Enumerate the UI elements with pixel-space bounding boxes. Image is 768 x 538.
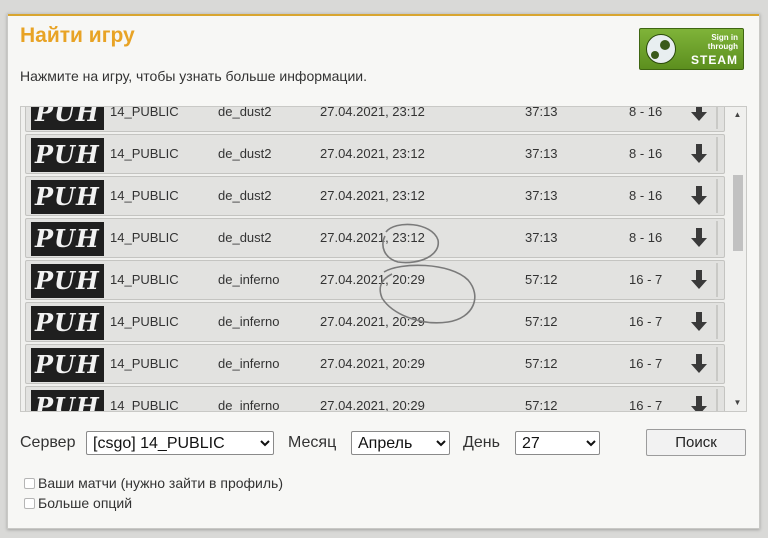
month-select[interactable]: Апрель bbox=[351, 431, 450, 455]
match-date: 27.04.2021, 23:12 bbox=[320, 146, 425, 161]
steam-button-line2: through bbox=[707, 42, 738, 51]
dialog-subtitle: Нажмите на игру, чтобы узнать больше инф… bbox=[20, 68, 367, 84]
match-score: 8 - 16 bbox=[629, 188, 663, 203]
day-label: День bbox=[463, 434, 500, 451]
my-matches-option[interactable]: Ваши матчи (нужно зайти в профиль) bbox=[24, 475, 283, 491]
steam-sign-in-button[interactable]: Sign in through STEAM bbox=[639, 28, 744, 70]
match-server: 14_PUBLIC bbox=[110, 188, 179, 203]
match-rows: PUH 14_PUBLIC de_dust2 27.04.2021, 23:12 37:… bbox=[21, 106, 729, 412]
month-label: Месяц bbox=[288, 434, 337, 451]
dialog-top-accent bbox=[8, 14, 759, 16]
server-select[interactable]: [csgo] 14_PUBLIC bbox=[86, 431, 274, 455]
dialog-title: Найти игру bbox=[20, 24, 135, 47]
server-logo: PUH bbox=[31, 180, 104, 214]
match-duration: 37:13 bbox=[525, 146, 558, 161]
match-map: de_inferno bbox=[218, 272, 280, 287]
match-date: 27.04.2021, 23:12 bbox=[320, 106, 425, 119]
scroll-up-button[interactable]: ▲ bbox=[729, 107, 746, 123]
match-map: de_dust2 bbox=[218, 146, 272, 161]
row-divider bbox=[716, 305, 718, 339]
server-logo: PUH bbox=[31, 264, 104, 298]
match-row[interactable]: PUH 14_PUBLIC de_dust2 27.04.2021, 23:12 37:… bbox=[25, 106, 725, 132]
match-duration: 57:12 bbox=[525, 314, 558, 329]
server-logo: PUH bbox=[31, 138, 104, 172]
match-score: 16 - 7 bbox=[629, 398, 663, 412]
row-divider bbox=[716, 179, 718, 213]
row-divider bbox=[716, 263, 718, 297]
match-score: 16 - 7 bbox=[629, 356, 663, 371]
row-divider bbox=[716, 389, 718, 411]
arrow-down-icon bbox=[691, 107, 707, 121]
row-divider bbox=[716, 221, 718, 255]
match-map: de_inferno bbox=[218, 356, 280, 371]
row-divider bbox=[716, 347, 718, 381]
match-row[interactable]: PUH 14_PUBLIC de_dust2 27.04.2021, 23:12 37:… bbox=[25, 134, 725, 174]
match-row[interactable]: PUH 14_PUBLIC de_inferno 27.04.2021, 20:29 5… bbox=[25, 344, 725, 384]
match-duration: 57:12 bbox=[525, 356, 558, 371]
match-duration: 37:13 bbox=[525, 230, 558, 245]
match-score: 8 - 16 bbox=[629, 106, 663, 119]
my-matches-checkbox[interactable] bbox=[24, 478, 35, 489]
match-date: 27.04.2021, 23:12 bbox=[320, 230, 425, 245]
match-score: 16 - 7 bbox=[629, 272, 663, 287]
match-row[interactable]: PUH 14_PUBLIC de_dust2 27.04.2021, 23:12 37:… bbox=[25, 176, 725, 216]
match-duration: 37:13 bbox=[525, 106, 558, 119]
list-scrollbar[interactable]: ▲ ▼ bbox=[729, 107, 746, 411]
server-logo: PUH bbox=[31, 107, 104, 130]
match-server: 14_PUBLIC bbox=[110, 106, 179, 119]
match-duration: 57:12 bbox=[525, 272, 558, 287]
match-date: 27.04.2021, 20:29 bbox=[320, 398, 425, 412]
match-server: 14_PUBLIC bbox=[110, 356, 179, 371]
match-server: 14_PUBLIC bbox=[110, 314, 179, 329]
row-divider bbox=[716, 137, 718, 171]
match-row[interactable]: PUH 14_PUBLIC de_inferno 27.04.2021, 20:29 5… bbox=[25, 386, 725, 412]
arrow-down-icon bbox=[691, 186, 707, 205]
search-button[interactable]: Поиск bbox=[646, 429, 746, 456]
arrow-down-icon bbox=[691, 396, 707, 411]
more-options-label: Больше опций bbox=[38, 495, 133, 511]
match-score: 8 - 16 bbox=[629, 230, 663, 245]
arrow-down-icon bbox=[691, 228, 707, 247]
arrow-down-icon bbox=[691, 354, 707, 373]
match-duration: 37:13 bbox=[525, 188, 558, 203]
server-label: Сервер bbox=[20, 434, 76, 451]
match-map: de_inferno bbox=[218, 398, 280, 412]
match-score: 8 - 16 bbox=[629, 146, 663, 161]
match-server: 14_PUBLIC bbox=[110, 398, 179, 412]
match-row[interactable]: PUH 14_PUBLIC de_inferno 27.04.2021, 20:29 5… bbox=[25, 260, 725, 300]
arrow-down-icon bbox=[691, 144, 707, 163]
match-row[interactable]: PUH 14_PUBLIC de_inferno 27.04.2021, 20:29 5… bbox=[25, 302, 725, 342]
row-divider bbox=[716, 107, 718, 129]
steam-button-line3: STEAM bbox=[691, 53, 738, 67]
scroll-down-button[interactable]: ▼ bbox=[729, 395, 746, 411]
scrollbar-thumb[interactable] bbox=[733, 175, 743, 251]
match-map: de_inferno bbox=[218, 314, 280, 329]
day-select[interactable]: 27 bbox=[515, 431, 600, 455]
match-map: de_dust2 bbox=[218, 188, 272, 203]
arrow-down-icon bbox=[691, 270, 707, 289]
steam-button-line1: Sign in bbox=[711, 33, 738, 42]
match-date: 27.04.2021, 23:12 bbox=[320, 188, 425, 203]
match-duration: 57:12 bbox=[525, 398, 558, 412]
more-options-checkbox[interactable] bbox=[24, 498, 35, 509]
match-date: 27.04.2021, 20:29 bbox=[320, 314, 425, 329]
match-date: 27.04.2021, 20:29 bbox=[320, 272, 425, 287]
arrow-down-icon bbox=[691, 312, 707, 331]
match-list[interactable]: PUH 14_PUBLIC de_dust2 27.04.2021, 23:12 37:… bbox=[20, 106, 747, 412]
server-logo: PUH bbox=[31, 222, 104, 256]
match-row[interactable]: PUH 14_PUBLIC de_dust2 27.04.2021, 23:12 37:… bbox=[25, 218, 725, 258]
match-server: 14_PUBLIC bbox=[110, 146, 179, 161]
my-matches-label: Ваши матчи (нужно зайти в профиль) bbox=[38, 475, 283, 491]
server-logo: PUH bbox=[31, 306, 104, 340]
match-score: 16 - 7 bbox=[629, 314, 663, 329]
steam-logo-icon bbox=[646, 34, 676, 64]
server-logo: PUH bbox=[31, 348, 104, 382]
server-logo: PUH bbox=[31, 390, 104, 411]
match-server: 14_PUBLIC bbox=[110, 272, 179, 287]
match-map: de_dust2 bbox=[218, 230, 272, 245]
match-server: 14_PUBLIC bbox=[110, 230, 179, 245]
match-map: de_dust2 bbox=[218, 106, 272, 119]
match-date: 27.04.2021, 20:29 bbox=[320, 356, 425, 371]
more-options-option[interactable]: Больше опций bbox=[24, 495, 132, 511]
